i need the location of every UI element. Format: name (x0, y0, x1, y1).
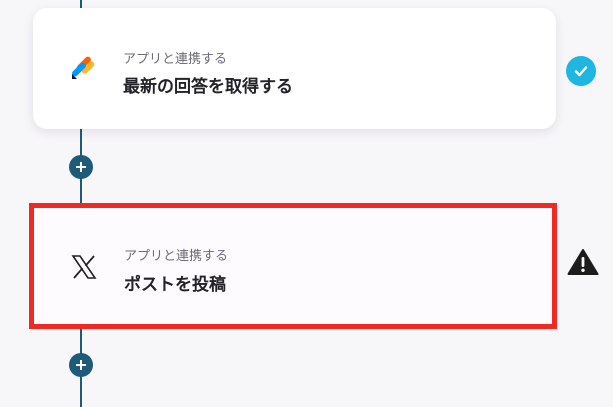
step-caption: アプリと連携する (124, 249, 229, 264)
flow-step-card-selected[interactable]: アプリと連携する ポストを投稿 (29, 203, 557, 329)
add-step-button[interactable] (69, 353, 93, 377)
add-step-button[interactable] (69, 155, 93, 179)
step-caption: アプリと連携する (123, 52, 228, 67)
plus-icon (76, 162, 86, 172)
flow-step-card[interactable]: アプリと連携する 最新の回答を取得する (33, 8, 556, 129)
jotform-logo-icon (72, 56, 95, 79)
step-title: 最新の回答を取得する (123, 77, 293, 97)
check-icon (574, 66, 588, 77)
warning-icon (567, 249, 599, 275)
x-logo-icon (71, 255, 97, 279)
plus-icon (76, 360, 86, 370)
step-status-check (566, 56, 596, 86)
step-title: ポストを投稿 (124, 275, 226, 295)
